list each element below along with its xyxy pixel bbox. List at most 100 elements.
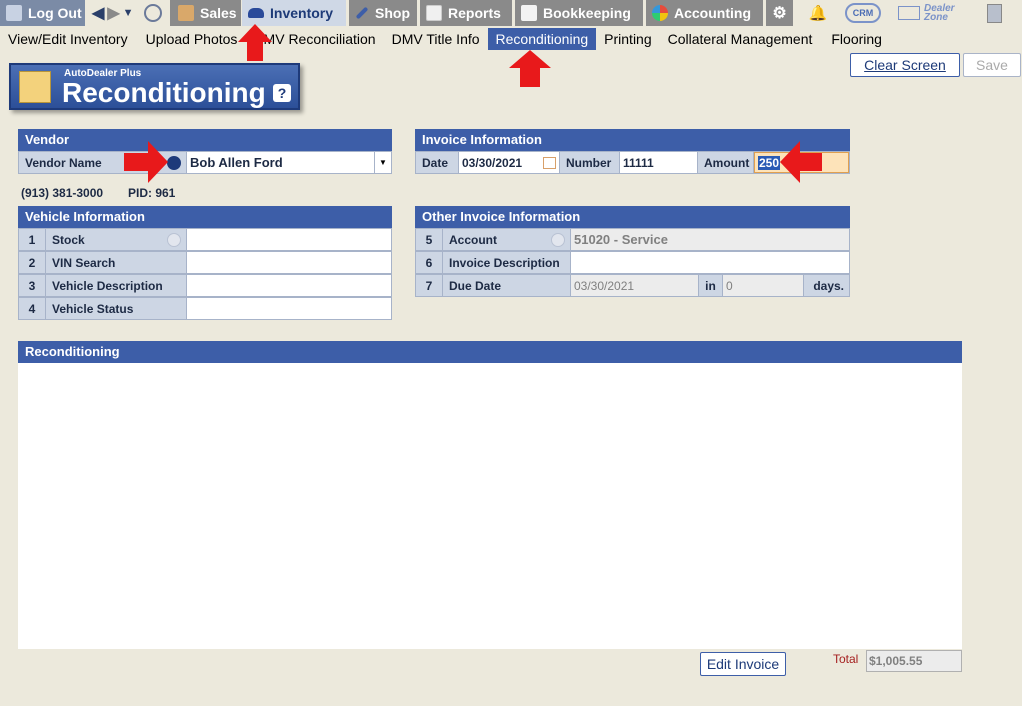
vendor-name-field[interactable]: Bob Allen Ford bbox=[187, 152, 374, 173]
edit-invoice-button[interactable]: Edit Invoice bbox=[700, 652, 786, 676]
back-icon[interactable]: ◀ bbox=[92, 3, 104, 23]
subnav-reconditioning[interactable]: Reconditioning bbox=[487, 28, 597, 50]
account-label-text: Account bbox=[449, 232, 497, 247]
total-label: Total bbox=[833, 652, 859, 666]
calendar-icon[interactable] bbox=[543, 156, 556, 169]
subnav-view-edit-inventory[interactable]: View/Edit Inventory bbox=[0, 28, 136, 50]
other-row-description: 6 Invoice Description bbox=[415, 251, 850, 274]
vendor-dropdown-icon[interactable]: ▼ bbox=[374, 152, 391, 173]
vin-search-field[interactable] bbox=[187, 252, 391, 273]
help-icon[interactable]: ? bbox=[273, 84, 291, 102]
arrow-up-icon bbox=[509, 50, 551, 87]
date-label: Date bbox=[416, 152, 459, 173]
nav-shop-label: Shop bbox=[375, 5, 410, 21]
settings-button[interactable]: ⚙ bbox=[766, 0, 793, 26]
row-number: 2 bbox=[19, 252, 46, 273]
subnav-flooring[interactable]: Flooring bbox=[823, 28, 890, 50]
vendor-name-row: Vendor Name Bob Allen Ford ▼ bbox=[18, 151, 392, 174]
invoice-description-field[interactable] bbox=[571, 252, 849, 273]
amount-value: 250 bbox=[758, 155, 781, 170]
vehicle-description-label: Vehicle Description bbox=[46, 275, 187, 296]
report-icon bbox=[426, 5, 442, 21]
pie-chart-icon bbox=[652, 5, 668, 21]
subnav-collateral-management[interactable]: Collateral Management bbox=[660, 28, 821, 50]
other-row-due-date: 7 Due Date 03/30/2021 in 0 days. bbox=[415, 274, 850, 297]
due-date-field[interactable]: 03/30/2021 bbox=[571, 275, 698, 296]
arrow-up-icon bbox=[238, 24, 272, 61]
row-number: 5 bbox=[416, 229, 443, 250]
logout-label: Log Out bbox=[28, 5, 82, 21]
vehicle-row-status: 4 Vehicle Status bbox=[18, 297, 392, 320]
bell-icon: 🔔 bbox=[808, 5, 828, 22]
wrench-icon bbox=[355, 6, 369, 20]
dealer-zone-label: Dealer Zone bbox=[924, 4, 955, 23]
nav-reports-label: Reports bbox=[448, 5, 501, 21]
number-field[interactable]: 11111 bbox=[620, 152, 697, 173]
nav-accounting-label: Accounting bbox=[674, 5, 751, 21]
vendor-lookup-icon[interactable] bbox=[167, 155, 181, 170]
account-lookup-icon[interactable] bbox=[551, 232, 565, 247]
calculator-icon bbox=[986, 3, 1002, 23]
vehicle-status-label: Vehicle Status bbox=[46, 298, 187, 319]
user-face-icon[interactable] bbox=[143, 4, 162, 22]
subnav-printing[interactable]: Printing bbox=[596, 28, 659, 50]
row-number: 3 bbox=[19, 275, 46, 296]
vehicle-row-vin: 2 VIN Search bbox=[18, 251, 392, 274]
stock-field[interactable] bbox=[187, 229, 391, 250]
calculator-button[interactable] bbox=[984, 0, 1004, 26]
reconditioning-list bbox=[18, 363, 962, 649]
history-nav: ◀ ▶ ▼ bbox=[88, 0, 166, 26]
nav-inventory[interactable]: Inventory bbox=[242, 0, 346, 26]
row-number: 1 bbox=[19, 229, 46, 250]
dealer-zone-line2: Zone bbox=[924, 12, 948, 23]
other-invoice-header: Other Invoice Information bbox=[415, 206, 850, 228]
subnav-dmv-title-info[interactable]: DMV Title Info bbox=[384, 28, 488, 50]
vendor-header: Vendor bbox=[18, 129, 392, 151]
nav-accounting[interactable]: Accounting bbox=[646, 0, 763, 26]
save-button[interactable]: Save bbox=[963, 53, 1021, 77]
clear-screen-button[interactable]: Clear Screen bbox=[850, 53, 960, 77]
account-field[interactable]: 51020 - Service bbox=[571, 229, 849, 250]
vehicle-row-stock: 1 Stock bbox=[18, 228, 392, 251]
crm-button[interactable]: CRM bbox=[844, 0, 882, 26]
vendor-phone: (913) 381-3000 bbox=[21, 186, 104, 200]
vehicle-status-field[interactable] bbox=[187, 298, 391, 319]
vin-search-label: VIN Search bbox=[46, 252, 187, 273]
invoice-description-label: Invoice Description bbox=[443, 252, 571, 273]
gear-icon: ⚙ bbox=[772, 5, 787, 22]
crm-label: CRM bbox=[852, 8, 874, 18]
number-label: Number bbox=[559, 152, 620, 173]
due-days-field[interactable]: 0 bbox=[723, 275, 803, 296]
dealer-zone-button[interactable]: Dealer Zone bbox=[898, 0, 968, 26]
crm-cloud-icon: CRM bbox=[845, 3, 881, 23]
chevron-down-icon[interactable]: ▼ bbox=[123, 7, 134, 19]
nav-shop[interactable]: Shop bbox=[349, 0, 417, 26]
salesperson-icon bbox=[178, 5, 194, 21]
due-date-label: Due Date bbox=[443, 275, 571, 296]
vehicle-description-field[interactable] bbox=[187, 275, 391, 296]
vehicle-row-description: 3 Vehicle Description bbox=[18, 274, 392, 297]
row-number: 7 bbox=[416, 275, 443, 296]
other-row-account: 5 Account 51020 - Service bbox=[415, 228, 850, 251]
nav-sales[interactable]: Sales bbox=[170, 0, 241, 26]
nav-reports[interactable]: Reports bbox=[420, 0, 512, 26]
forward-icon[interactable]: ▶ bbox=[107, 3, 119, 23]
reconditioning-header: Reconditioning bbox=[18, 341, 962, 363]
account-label: Account bbox=[443, 229, 571, 250]
vendor-pid: PID: 961 bbox=[128, 186, 176, 200]
stock-lookup-icon[interactable] bbox=[167, 232, 181, 247]
folder-icon bbox=[19, 71, 51, 103]
page-title-badge: AutoDealer Plus Reconditioning ? bbox=[9, 63, 300, 110]
subnav-upload-photos[interactable]: Upload Photos bbox=[138, 28, 246, 50]
stock-label-text: Stock bbox=[52, 232, 85, 247]
date-field[interactable]: 03/30/2021 bbox=[459, 152, 559, 173]
logout-button[interactable]: Log Out bbox=[0, 0, 85, 26]
amount-label: Amount bbox=[697, 152, 754, 173]
page-title: Reconditioning bbox=[62, 77, 266, 108]
notifications-button[interactable]: 🔔 bbox=[806, 0, 830, 26]
date-value: 03/30/2021 bbox=[462, 155, 523, 170]
dealer-zone-icon bbox=[898, 6, 920, 20]
nav-bookkeeping[interactable]: Bookkeeping bbox=[515, 0, 643, 26]
nav-bookkeeping-label: Bookkeeping bbox=[543, 5, 631, 21]
book-icon bbox=[521, 5, 537, 21]
